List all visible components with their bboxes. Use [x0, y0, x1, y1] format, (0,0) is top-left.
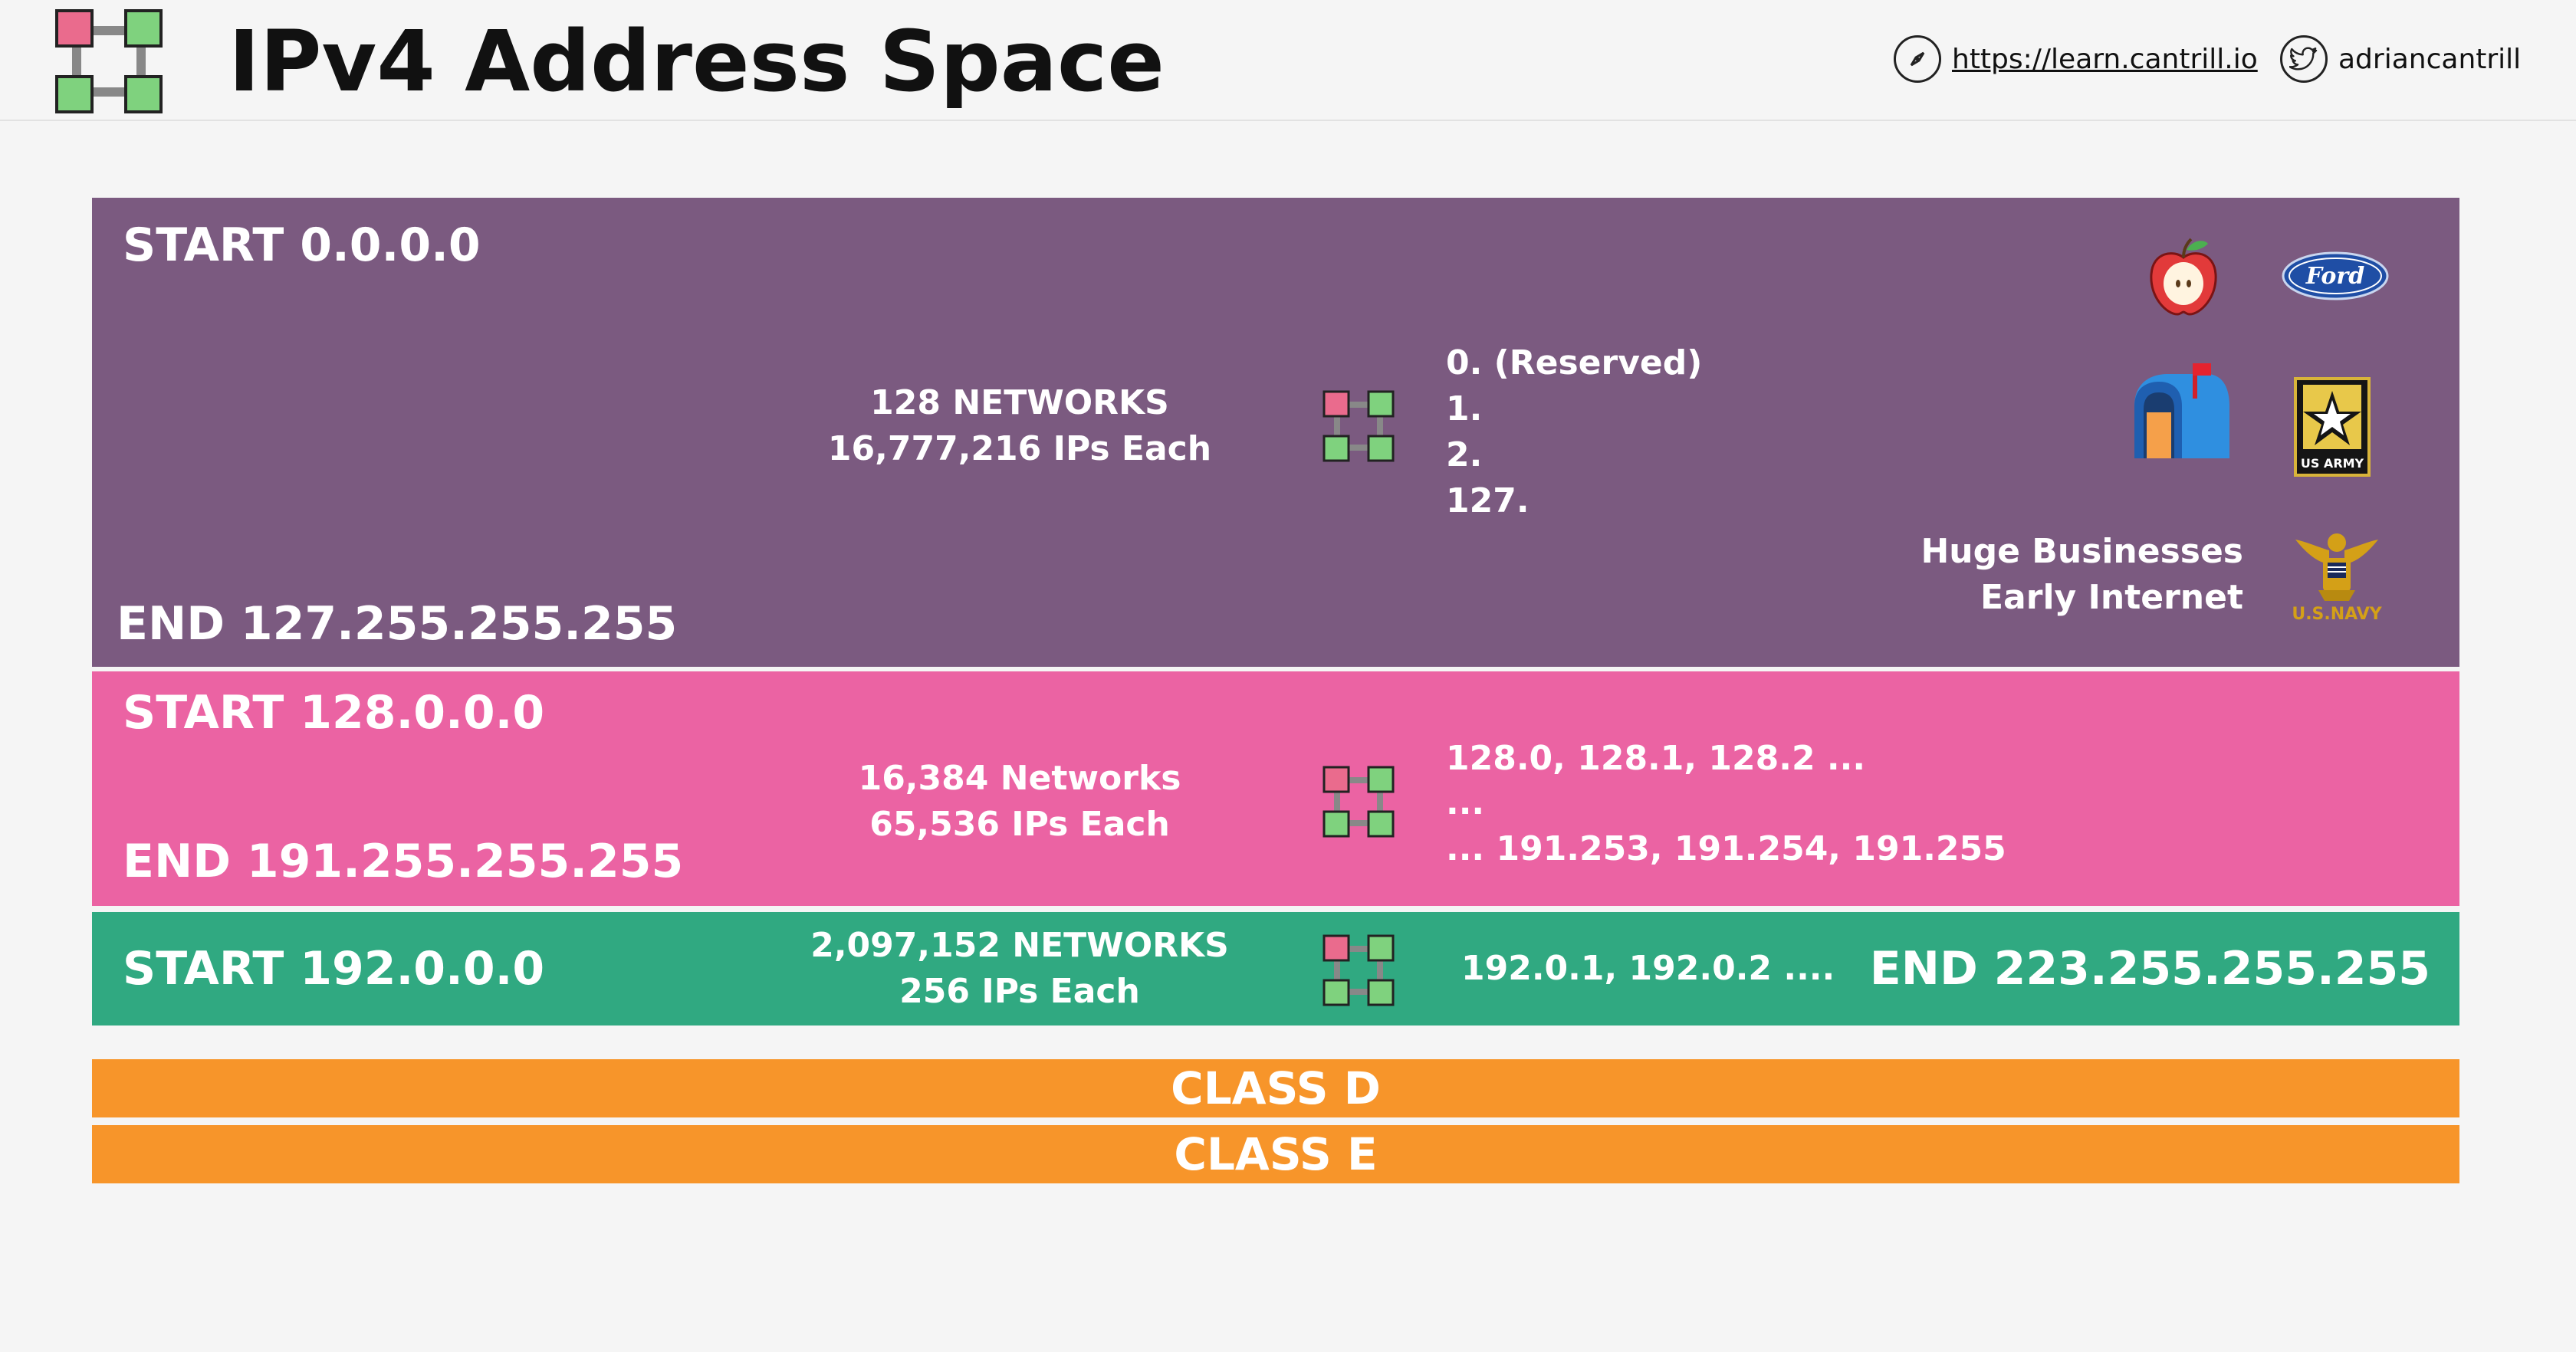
class-c-band: START 192.0.0.0 2,097,152 NETWORKS 256 I…	[92, 912, 2459, 1025]
mailbox-icon	[2134, 363, 2229, 458]
ford-logo-icon: Ford	[2282, 251, 2389, 300]
class-d-label: CLASS D	[1171, 1062, 1381, 1114]
class-b-end: END 191.255.255.255	[123, 835, 684, 888]
class-e-label: CLASS E	[1174, 1128, 1378, 1180]
class-a-list-item: 0. (Reserved)	[1446, 343, 1703, 382]
class-c-list: 192.0.1, 192.0.2 ....	[1461, 949, 1835, 988]
class-c-ips-each: 256 IPs Each	[899, 972, 1140, 1011]
network-icon	[1322, 934, 1395, 1006]
ford-logo-text: Ford	[2305, 263, 2364, 290]
class-a-networks: 128 NETWORKS	[870, 383, 1169, 422]
class-b-networks: 16,384 Networks	[858, 759, 1181, 798]
class-a-ips-each: 16,777,216 IPs Each	[827, 429, 1212, 468]
class-c-start: START 192.0.0.0	[123, 942, 545, 996]
site-link-text[interactable]: https://learn.cantrill.io	[1952, 44, 2258, 75]
navy-logo-text: U.S.NAVY	[2292, 605, 2382, 624]
class-c-end: END 223.255.255.255	[1869, 942, 2430, 996]
network-icon	[1322, 766, 1395, 838]
class-a-note-line1: Huge Businesses	[1921, 532, 2243, 571]
twitter-icon	[2280, 35, 2328, 83]
class-a-list-item: 127.	[1446, 481, 1530, 520]
class-a-band: START 0.0.0.0 END 127.255.255.255 128 NE…	[92, 198, 2459, 667]
header: IPv4 Address Space https://learn.cantril…	[0, 0, 2576, 121]
class-a-list-item: 2.	[1446, 435, 1483, 474]
class-b-list-item: 128.0, 128.1, 128.2 ...	[1446, 739, 1866, 778]
us-navy-logo-icon: U.S.NAVY	[2292, 533, 2383, 624]
class-e-band: CLASS E	[92, 1125, 2459, 1183]
apple-logo-icon	[2150, 238, 2217, 316]
class-a-note-line2: Early Internet	[1980, 578, 2243, 617]
class-b-ips-each: 65,536 IPs Each	[869, 805, 1170, 844]
class-d-band: CLASS D	[92, 1059, 2459, 1117]
twitter-handle[interactable]: adriancantrill	[2338, 44, 2521, 75]
class-b-list-item: ... 191.253, 191.254, 191.255	[1446, 829, 2006, 868]
network-logo-icon	[55, 9, 163, 113]
network-icon	[1322, 390, 1395, 462]
class-b-list-item: ...	[1446, 783, 1485, 822]
class-b-start: START 128.0.0.0	[123, 686, 545, 740]
site-link[interactable]: https://learn.cantrill.io	[1894, 32, 2258, 86]
twitter-link[interactable]: adriancantrill	[2280, 32, 2521, 86]
class-b-band: START 128.0.0.0 END 191.255.255.255 16,3…	[92, 671, 2459, 906]
page-title: IPv4 Address Space	[228, 12, 1165, 110]
class-a-list-item: 1.	[1446, 389, 1483, 428]
class-a-start: START 0.0.0.0	[123, 218, 481, 272]
us-army-logo-icon: US ARMY	[2294, 377, 2371, 477]
slide: IPv4 Address Space https://learn.cantril…	[0, 0, 2576, 1352]
army-logo-text: US ARMY	[2301, 456, 2364, 471]
compass-icon	[1894, 35, 1941, 83]
class-a-end: END 127.255.255.255	[117, 597, 678, 651]
class-c-networks: 2,097,152 NETWORKS	[810, 926, 1229, 965]
